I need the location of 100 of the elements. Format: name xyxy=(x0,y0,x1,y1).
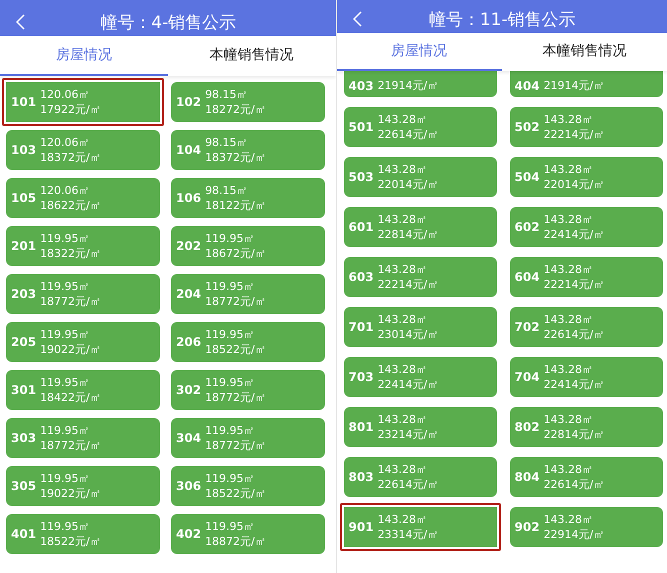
unit-area: 143.28㎡ xyxy=(544,112,604,127)
unit-area: 119.95㎡ xyxy=(205,231,266,246)
unit-area: 119.95㎡ xyxy=(205,423,266,438)
unit-number: 503 xyxy=(348,170,374,184)
unit-price: 18622元/㎡ xyxy=(40,198,101,213)
unit-number: 403 xyxy=(348,79,374,93)
unit-area: 143.28㎡ xyxy=(378,212,438,227)
unit-price: 18522元/㎡ xyxy=(205,342,266,357)
unit-price: 23014元/㎡ xyxy=(378,327,438,342)
unit-price: 22014元/㎡ xyxy=(378,177,438,192)
unit-number: 703 xyxy=(348,370,374,384)
page-title: 幢号：11-销售公示 xyxy=(428,9,577,31)
unit-price: 18772元/㎡ xyxy=(205,294,266,309)
unit-price: 19022元/㎡ xyxy=(40,342,101,357)
unit-price: 22814元/㎡ xyxy=(378,227,438,242)
unit-number: 104 xyxy=(176,143,202,157)
unit-area: 143.28㎡ xyxy=(378,512,438,527)
unit-price: 21914元/㎡ xyxy=(544,78,604,93)
unit-area: 119.95㎡ xyxy=(40,519,101,534)
back-icon[interactable] xyxy=(352,11,362,27)
unit-number: 103 xyxy=(11,143,36,157)
unit-price: 18772元/㎡ xyxy=(40,438,101,453)
unit-number: 205 xyxy=(11,335,36,349)
unit-price: 18272元/㎡ xyxy=(205,102,266,117)
unit-area: 119.95㎡ xyxy=(40,231,101,246)
unit-area: 120.06㎡ xyxy=(40,87,101,102)
unit-price: 22414元/㎡ xyxy=(544,227,604,242)
unit-number: 603 xyxy=(348,270,374,284)
unit-number: 305 xyxy=(11,479,36,493)
unit-area: 143.28㎡ xyxy=(378,362,438,377)
unit-area: 143.28㎡ xyxy=(378,462,438,477)
unit-price: 19022元/㎡ xyxy=(40,486,101,501)
unit-area: 143.28㎡ xyxy=(544,462,604,477)
unit-number: 701 xyxy=(348,320,374,334)
unit-number: 702 xyxy=(514,320,540,334)
tab[interactable]: 本幢销售情况 xyxy=(502,33,667,71)
unit-area: 143.28㎡ xyxy=(544,362,604,377)
unit-price: 22814元/㎡ xyxy=(544,427,604,442)
unit-price: 23314元/㎡ xyxy=(378,527,438,542)
unit-area: 120.06㎡ xyxy=(40,135,101,150)
unit-area: 119.95㎡ xyxy=(40,471,101,486)
unit-area: 143.28㎡ xyxy=(378,162,438,177)
unit-number: 201 xyxy=(11,239,36,253)
unit-price: 18322元/㎡ xyxy=(40,246,101,261)
unit-number: 802 xyxy=(514,420,540,434)
unit-number: 404 xyxy=(514,79,540,93)
unit-number: 204 xyxy=(176,287,202,301)
tab[interactable]: 本幢销售情况 xyxy=(168,36,336,76)
unit-area: 98.15㎡ xyxy=(205,135,266,150)
unit-price: 22414元/㎡ xyxy=(544,377,604,392)
unit-number: 804 xyxy=(514,470,540,484)
unit-number: 501 xyxy=(348,120,374,134)
unit-area: 143.28㎡ xyxy=(544,412,604,427)
back-icon[interactable] xyxy=(16,14,25,30)
unit-number: 602 xyxy=(514,220,540,234)
unit-card[interactable]: 404 21914元/㎡ xyxy=(510,71,662,97)
unit-number: 504 xyxy=(514,170,540,184)
unit-number: 302 xyxy=(176,383,202,397)
unit-area: 119.95㎡ xyxy=(205,327,266,342)
unit-price: 18522元/㎡ xyxy=(205,486,266,501)
unit-area: 119.95㎡ xyxy=(40,423,101,438)
unit-price: 22214元/㎡ xyxy=(378,277,438,292)
unit-number: 502 xyxy=(514,120,540,134)
unit-number: 306 xyxy=(176,479,202,493)
unit-number: 901 xyxy=(348,520,374,534)
unit-area: 120.06㎡ xyxy=(40,183,101,198)
unit-price: 18422元/㎡ xyxy=(40,390,101,405)
unit-number: 401 xyxy=(11,527,36,541)
unit-number: 801 xyxy=(348,420,374,434)
unit-price: 22914元/㎡ xyxy=(544,527,604,542)
unit-area: 119.95㎡ xyxy=(205,471,266,486)
unit-price: 22614元/㎡ xyxy=(378,127,438,142)
unit-area: 119.95㎡ xyxy=(205,519,266,534)
tab[interactable]: 房屋情况 xyxy=(0,36,168,76)
unit-price: 22414元/㎡ xyxy=(378,377,438,392)
unit-area: 98.15㎡ xyxy=(205,87,266,102)
unit-price: 18122元/㎡ xyxy=(205,198,266,213)
unit-number: 301 xyxy=(11,383,36,397)
unit-area: 143.28㎡ xyxy=(544,162,604,177)
unit-card[interactable]: 403 21914元/㎡ xyxy=(344,71,496,97)
unit-number: 604 xyxy=(514,270,540,284)
unit-area: 119.95㎡ xyxy=(205,279,266,294)
unit-price: 17922元/㎡ xyxy=(40,102,101,117)
unit-price: 18772元/㎡ xyxy=(205,390,266,405)
unit-price: 18672元/㎡ xyxy=(205,246,266,261)
unit-area: 143.28㎡ xyxy=(544,212,604,227)
unit-area: 119.95㎡ xyxy=(40,327,101,342)
unit-price: 18772元/㎡ xyxy=(40,294,101,309)
unit-price: 23214元/㎡ xyxy=(378,427,438,442)
unit-number: 202 xyxy=(176,239,202,253)
unit-price: 22614元/㎡ xyxy=(544,327,604,342)
unit-price: 18522元/㎡ xyxy=(40,534,101,549)
unit-area: 119.95㎡ xyxy=(40,279,101,294)
unit-price: 22214元/㎡ xyxy=(544,277,604,292)
unit-price: 22614元/㎡ xyxy=(378,477,438,492)
unit-number: 402 xyxy=(176,527,202,541)
page-title: 幢号：4-销售公示 xyxy=(99,12,238,34)
unit-number: 206 xyxy=(176,335,202,349)
unit-price: 22014元/㎡ xyxy=(544,177,604,192)
unit-price: 18772元/㎡ xyxy=(205,438,266,453)
